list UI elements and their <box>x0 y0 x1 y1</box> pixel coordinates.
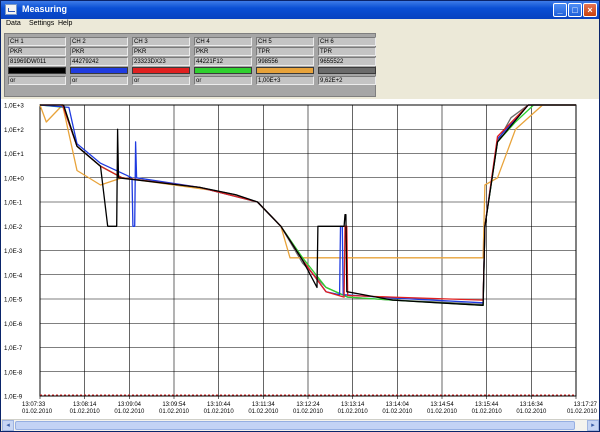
channel-color-swatch <box>8 67 66 74</box>
y-tick-label: 1,0E-2 <box>4 224 23 231</box>
channel-unit: 1,00E+3 <box>256 76 314 85</box>
scroll-thumb[interactable] <box>15 421 575 430</box>
channel-name: CH 3 <box>132 37 190 46</box>
x-tick-date-label: 01.02.2010 <box>22 409 53 415</box>
menu-data[interactable]: Data <box>6 20 21 27</box>
channel-serial: 9655522 <box>318 57 376 66</box>
channel-color-swatch <box>132 67 190 74</box>
y-tick-label: 1,0E-7 <box>4 345 23 352</box>
close-button[interactable]: × <box>583 3 597 17</box>
chart-canvas[interactable]: 1,0E+3 1,0E+2 1,0E+1 1,0E+0 1,0E-1 1,0E-2 1,0E… <box>1 99 599 419</box>
x-tick-date-label: 01.02.2010 <box>293 409 324 415</box>
x-tick-time-label: 13:13:14 <box>341 402 365 408</box>
channel-sensor-type: TPR <box>256 47 314 56</box>
channel-name: CH 4 <box>194 37 252 46</box>
x-tick-time-label: 13:14:04 <box>386 402 410 408</box>
x-tick-time-label: 13:08:14 <box>73 402 97 408</box>
app-chart-icon <box>5 4 17 15</box>
x-tick-time-label: 13:12:24 <box>296 402 320 408</box>
y-tick-label: 1,0E-9 <box>4 394 23 401</box>
y-tick-label: 1,0E+3 <box>4 103 24 110</box>
title-bar[interactable]: Measuring _ □ × <box>1 1 599 19</box>
channel-sensor-type: PKR <box>132 47 190 56</box>
x-tick-time-label: 13:09:04 <box>118 402 142 408</box>
channel-name: CH 1 <box>8 37 66 46</box>
x-tick-date-label: 01.02.2010 <box>382 409 413 415</box>
window-title: Measuring <box>22 4 68 14</box>
channel-name: CH 2 <box>70 37 128 46</box>
channel-serial: 44221F12 <box>194 57 252 66</box>
y-tick-label: 1,0E-8 <box>4 369 23 376</box>
y-tick-label: 1,0E+0 <box>4 175 24 182</box>
y-tick-label: 1,0E-6 <box>4 321 23 328</box>
menu-settings[interactable]: Settings <box>29 20 54 27</box>
measuring-window: Measuring _ □ × Data Settings Help CH 1 … <box>0 0 600 432</box>
pressure-chart[interactable]: 1,0E+3 1,0E+2 1,0E+1 1,0E+0 1,0E-1 1,0E-2 1,0E… <box>1 99 599 419</box>
y-tick-label: 1,0E+2 <box>4 127 24 134</box>
channel-unit: 9,62E+2 <box>318 76 376 85</box>
channel-color-swatch <box>318 67 376 74</box>
channel-color-swatch <box>70 67 128 74</box>
channel-serial: 44279242 <box>70 57 128 66</box>
x-tick-time-label: 13:14:54 <box>430 402 454 408</box>
x-tick-date-label: 01.02.2010 <box>567 409 598 415</box>
channel-5[interactable]: CH 5 TPR 998556 1,00E+3 <box>256 37 314 95</box>
x-tick-time-label: 13:07:33 <box>22 402 46 408</box>
x-tick-date-label: 01.02.2010 <box>70 409 101 415</box>
channel-3[interactable]: CH 3 PKR 23323DX23 or <box>132 37 190 95</box>
x-tick-date-label: 01.02.2010 <box>516 409 547 415</box>
x-tick-time-label: 13:16:34 <box>520 402 544 408</box>
menu-help[interactable]: Help <box>58 20 72 27</box>
x-tick-date-label: 01.02.2010 <box>338 409 369 415</box>
x-tick-time-label: 13:09:54 <box>162 402 186 408</box>
channel-6[interactable]: CH 6 TPR 9655522 9,62E+2 <box>318 37 376 95</box>
x-tick-date-label: 01.02.2010 <box>159 409 190 415</box>
channel-name: CH 6 <box>318 37 376 46</box>
scroll-left-arrow-icon[interactable]: ◂ <box>2 420 14 431</box>
scroll-right-arrow-icon[interactable]: ▸ <box>587 420 599 431</box>
channel-serial: 998556 <box>256 57 314 66</box>
channel-serial: 81969DW011 <box>8 57 66 66</box>
x-tick-date-label: 01.02.2010 <box>204 409 235 415</box>
channel-unit: or <box>8 76 66 85</box>
channel-sensor-type: PKR <box>70 47 128 56</box>
channel-name: CH 5 <box>256 37 314 46</box>
x-tick-time-label: 13:11:34 <box>252 402 276 408</box>
x-tick-date-label: 01.02.2010 <box>114 409 145 415</box>
maximize-button[interactable]: □ <box>568 3 582 17</box>
minimize-button[interactable]: _ <box>553 3 567 17</box>
x-tick-time-label: 13:15:44 <box>475 402 499 408</box>
y-tick-label: 1,0E-1 <box>4 200 23 207</box>
channel-4[interactable]: CH 4 PKR 44221F12 or <box>194 37 252 95</box>
channel-1[interactable]: CH 1 PKR 81969DW011 or <box>8 37 66 95</box>
channel-color-swatch <box>256 67 314 74</box>
y-tick-label: 1,0E-4 <box>4 272 23 279</box>
channel-serial: 23323DX23 <box>132 57 190 66</box>
channel-unit: or <box>132 76 190 85</box>
x-tick-date-label: 01.02.2010 <box>427 409 458 415</box>
x-tick-date-label: 01.02.2010 <box>472 409 503 415</box>
channel-unit: or <box>194 76 252 85</box>
channel-unit: or <box>70 76 128 85</box>
channel-2[interactable]: CH 2 PKR 44279242 or <box>70 37 128 95</box>
horizontal-scrollbar[interactable]: ◂ ▸ <box>2 419 599 431</box>
menu-bar: Data Settings Help <box>1 19 599 31</box>
y-tick-label: 1,0E+1 <box>4 151 24 158</box>
x-tick-time-label: 13:17:27 <box>574 402 598 408</box>
channel-sensor-type: PKR <box>8 47 66 56</box>
channel-sensor-type: PKR <box>194 47 252 56</box>
channel-color-swatch <box>194 67 252 74</box>
y-tick-label: 1,0E-3 <box>4 248 23 255</box>
x-tick-date-label: 01.02.2010 <box>248 409 279 415</box>
channel-panel: CH 1 PKR 81969DW011 or CH 2 PKR 44279242… <box>4 33 376 97</box>
x-tick-time-label: 13:10:44 <box>207 402 231 408</box>
channel-sensor-type: TPR <box>318 47 376 56</box>
y-tick-label: 1,0E-5 <box>4 297 23 304</box>
